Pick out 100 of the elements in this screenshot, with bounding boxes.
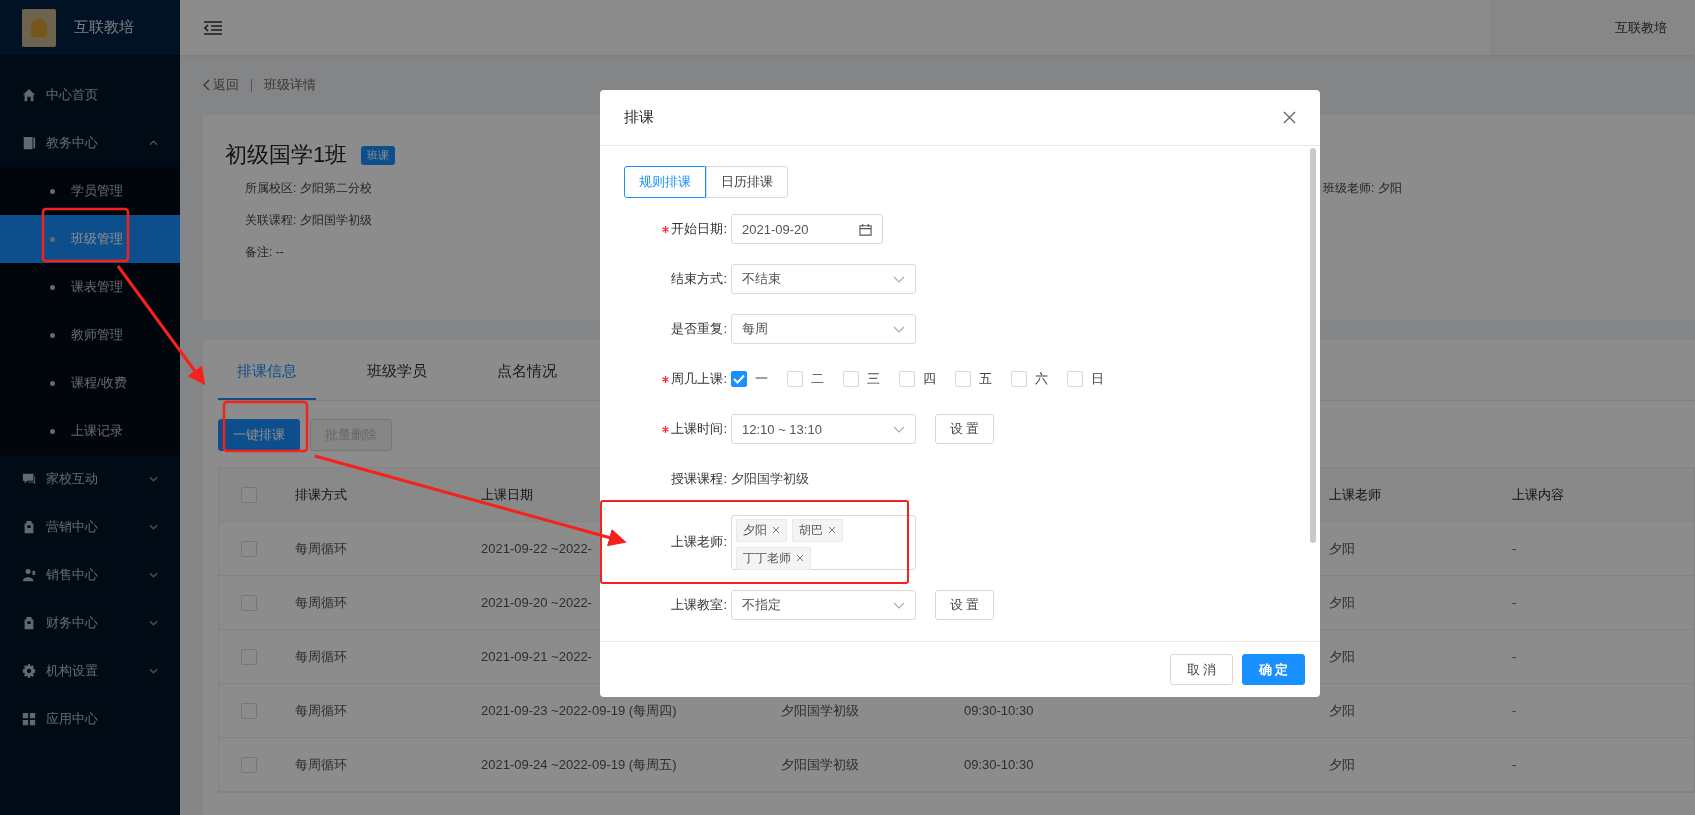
bag-icon	[22, 616, 36, 630]
field-value: 夕阳国学初级	[731, 470, 809, 488]
table-cell: -	[1512, 595, 1517, 610]
close-icon[interactable]	[772, 526, 780, 534]
gear-icon	[22, 664, 36, 678]
settings-button[interactable]: 设 置	[935, 414, 994, 444]
checkbox-label: 日	[1091, 370, 1105, 388]
field-label: 授课课程:	[671, 471, 727, 486]
table-cell: -	[1512, 757, 1517, 772]
column-header: 上课老师	[1329, 486, 1381, 502]
sidebar-subitem[interactable]: 课表管理	[0, 263, 180, 311]
close-icon[interactable]	[796, 554, 804, 562]
checkbox-label: 一	[755, 370, 769, 388]
cancel-button[interactable]: 取 消	[1170, 654, 1233, 685]
chevron-down-icon	[149, 668, 158, 674]
confirm-button[interactable]: 确 定	[1242, 654, 1305, 685]
select-field[interactable]: 不指定	[731, 590, 916, 620]
settings-button[interactable]: 设 置	[935, 590, 994, 620]
chevron-down-icon	[893, 425, 905, 433]
tab[interactable]: 点名情况	[478, 354, 576, 400]
table-cell: 2021-09-22 ~2022-	[481, 541, 592, 556]
column-header: 排课方式	[295, 486, 347, 502]
checkbox-label: 四	[923, 370, 937, 388]
table-cell: 每周循环	[295, 540, 347, 556]
sidebar-item[interactable]: 营销中心	[0, 503, 180, 551]
sidebar-subitem[interactable]: 班级管理	[0, 215, 180, 263]
checkbox-label: 五	[979, 370, 993, 388]
logo-icon	[22, 8, 56, 47]
table-cell: 每周循环	[295, 594, 347, 610]
bag-icon	[22, 520, 36, 534]
teacher-field: 班级老师: 夕阳	[1323, 180, 1402, 261]
teacher-tag[interactable]: 胡巴	[792, 518, 843, 542]
close-icon[interactable]	[828, 526, 836, 534]
teacher-tag[interactable]: 丁丁老师	[736, 546, 811, 570]
back-link[interactable]: 返回	[203, 76, 239, 94]
chevron-down-icon	[149, 524, 158, 530]
date-field[interactable]: 2021-09-20	[731, 214, 883, 244]
table-cell: 09:30-10:30	[964, 757, 1034, 772]
sidebar-item[interactable]: 家校互动	[0, 455, 180, 503]
chevron-down-icon	[149, 476, 158, 482]
breadcrumb-current: 班级详情	[264, 76, 316, 94]
field-label: 周几上课:	[671, 371, 727, 386]
checkbox-label: 三	[867, 370, 881, 388]
class-type-badge: 班课	[361, 145, 396, 165]
field-label: 上课教室:	[671, 597, 727, 612]
field-label: 开始日期:	[671, 221, 727, 236]
column-header: 上课日期	[481, 486, 533, 502]
sidebar-item[interactable]: 机构设置	[0, 647, 180, 695]
bullet-icon	[50, 380, 55, 386]
info-field: 所属校区: 夕阳第二分校	[245, 180, 372, 197]
column-header: 上课内容	[1512, 486, 1564, 502]
sidebar-item[interactable]: 财务中心	[0, 599, 180, 647]
sidebar-item[interactable]: 销售中心	[0, 551, 180, 599]
select-field[interactable]: 每周	[731, 314, 916, 344]
bullet-icon	[50, 332, 55, 338]
tab[interactable]: 班级学员	[348, 354, 446, 400]
home-icon	[22, 88, 36, 102]
table-cell: -	[1512, 541, 1517, 556]
tab[interactable]: 排课信息	[218, 354, 316, 400]
bullet-icon	[50, 284, 55, 290]
teacher-tag[interactable]: 夕阳	[736, 518, 787, 542]
mode-tab[interactable]: 规则排课	[624, 166, 706, 198]
table-cell: 夕阳	[1329, 540, 1355, 556]
grid-icon	[22, 712, 36, 726]
chevron-left-icon	[203, 79, 210, 91]
table-cell: 夕阳	[1329, 648, 1355, 664]
user-menu[interactable]: 互联教培	[1489, 0, 1695, 55]
bullet-icon	[50, 188, 55, 194]
table-cell: 每周循环	[295, 702, 347, 718]
sidebar-item[interactable]: 教务中心	[0, 119, 180, 167]
scrollbar-thumb[interactable]	[1310, 148, 1316, 543]
bullet-icon	[50, 236, 55, 242]
menu-icon[interactable]	[204, 20, 222, 35]
chevron-down-icon	[149, 572, 158, 578]
table-cell: 09:30-10:30	[964, 703, 1034, 718]
table-cell: 每周循环	[295, 756, 347, 772]
sidebar-subitem[interactable]: 教师管理	[0, 311, 180, 359]
field-label: 结束方式:	[671, 271, 727, 286]
bullet-icon	[50, 428, 55, 434]
info-field: 关联课程: 夕阳国学初级	[245, 212, 372, 229]
class-title: 初级国学1班	[225, 141, 348, 169]
chat-icon	[22, 472, 36, 486]
sidebar-item[interactable]: 应用中心	[0, 695, 180, 743]
select-field[interactable]: 不结束	[731, 264, 916, 294]
chevron-up-icon	[149, 140, 158, 146]
table-cell: -	[1512, 649, 1517, 664]
schedule-button[interactable]: 一键排课	[218, 419, 300, 451]
sidebar-subitem[interactable]: 课程/收费	[0, 359, 180, 407]
mode-tab[interactable]: 日历排课	[706, 166, 788, 198]
person-icon	[22, 568, 36, 582]
select-field[interactable]: 12:10 ~ 13:10	[731, 414, 916, 444]
teacher-select-field[interactable]: 夕阳 胡巴 丁丁老师	[731, 514, 916, 570]
sidebar-subitem[interactable]: 学员管理	[0, 167, 180, 215]
sidebar-item[interactable]: 中心首页	[0, 71, 180, 119]
table-cell: 2021-09-21 ~2022-	[481, 649, 592, 664]
sidebar-subitem[interactable]: 上课记录	[0, 407, 180, 455]
close-icon[interactable]	[1283, 111, 1296, 124]
checkbox[interactable]	[731, 371, 747, 387]
dialog-title: 排课	[624, 108, 654, 127]
table-cell: 夕阳国学初级	[781, 756, 859, 772]
